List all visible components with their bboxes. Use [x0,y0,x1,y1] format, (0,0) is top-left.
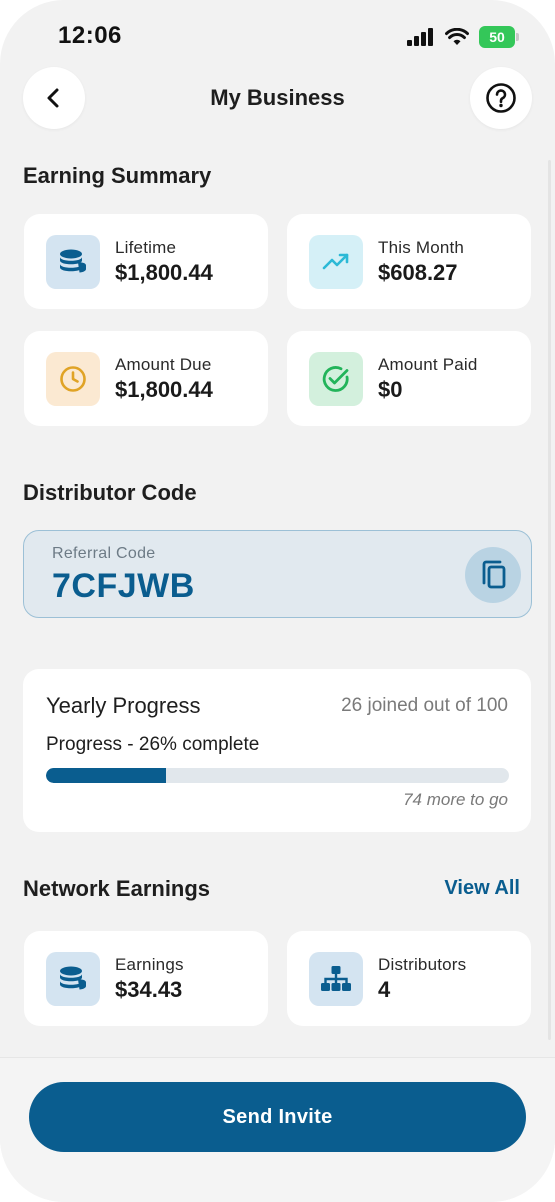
help-circle-icon [486,83,516,113]
stat-label: Amount Due [115,354,212,374]
copy-button[interactable] [465,547,521,603]
progress-title: Yearly Progress [46,693,201,718]
yearly-progress-card: Yearly Progress 26 joined out of 100 Pro… [23,669,531,832]
scrollbar[interactable] [548,160,551,1040]
battery-icon: 50 [479,26,519,48]
help-button[interactable] [470,67,532,129]
stat-label: Earnings [115,954,184,974]
send-invite-button[interactable]: Send Invite [29,1082,526,1152]
amount-paid-card[interactable]: Amount Paid $0 [287,331,531,426]
clock-icon [46,351,100,406]
stat-value: $1,800.44 [115,376,213,402]
battery-level: 50 [489,29,505,45]
stat-value: $34.43 [115,976,183,1002]
trending-up-icon [309,234,363,289]
status-time: 12:06 [58,22,122,49]
stat-value: $0 [378,376,403,402]
referral-code-value: 7CFJWB [52,567,195,605]
earning-summary-title: Earning Summary [23,163,212,188]
progress-percent-text: Progress - 26% complete [46,734,260,755]
distributor-code-title: Distributor Code [23,480,197,505]
progress-remaining: 74 more to go [403,790,508,809]
lifetime-card[interactable]: Lifetime $1,800.44 [24,214,268,309]
progress-joined-count: 26 joined out of 100 [341,695,508,716]
check-circle-icon [309,351,363,406]
stat-label: Lifetime [115,237,177,257]
coins-icon [46,951,100,1006]
copy-icon [482,560,506,589]
wifi-icon [445,28,469,45]
coins-icon [46,234,100,289]
status-icons: 50 [407,26,519,48]
stat-value: 4 [378,976,391,1002]
network-earnings-title: Network Earnings [23,876,211,901]
distributors-card[interactable]: Distributors 4 [287,931,531,1026]
this-month-card[interactable]: This Month $608.27 [287,214,531,309]
stat-label: This Month [378,237,465,257]
referral-code-label: Referral Code [52,545,156,562]
signal-icon [407,28,433,46]
progress-bar [46,768,509,783]
stat-label: Amount Paid [378,354,478,374]
stat-value: $608.27 [378,259,458,285]
phone-screen: 12:06 50 My Business Earning Summary Lif… [0,0,555,1202]
progress-bar-fill [46,768,167,783]
stat-value: $1,800.44 [115,259,213,285]
amount-due-card[interactable]: Amount Due $1,800.44 [24,331,268,426]
view-all-link[interactable]: View All [444,877,520,900]
network-earnings-card[interactable]: Earnings $34.43 [24,931,268,1026]
stat-label: Distributors [378,954,467,974]
referral-code-box: Referral Code 7CFJWB [23,530,532,618]
hierarchy-icon [309,951,363,1006]
